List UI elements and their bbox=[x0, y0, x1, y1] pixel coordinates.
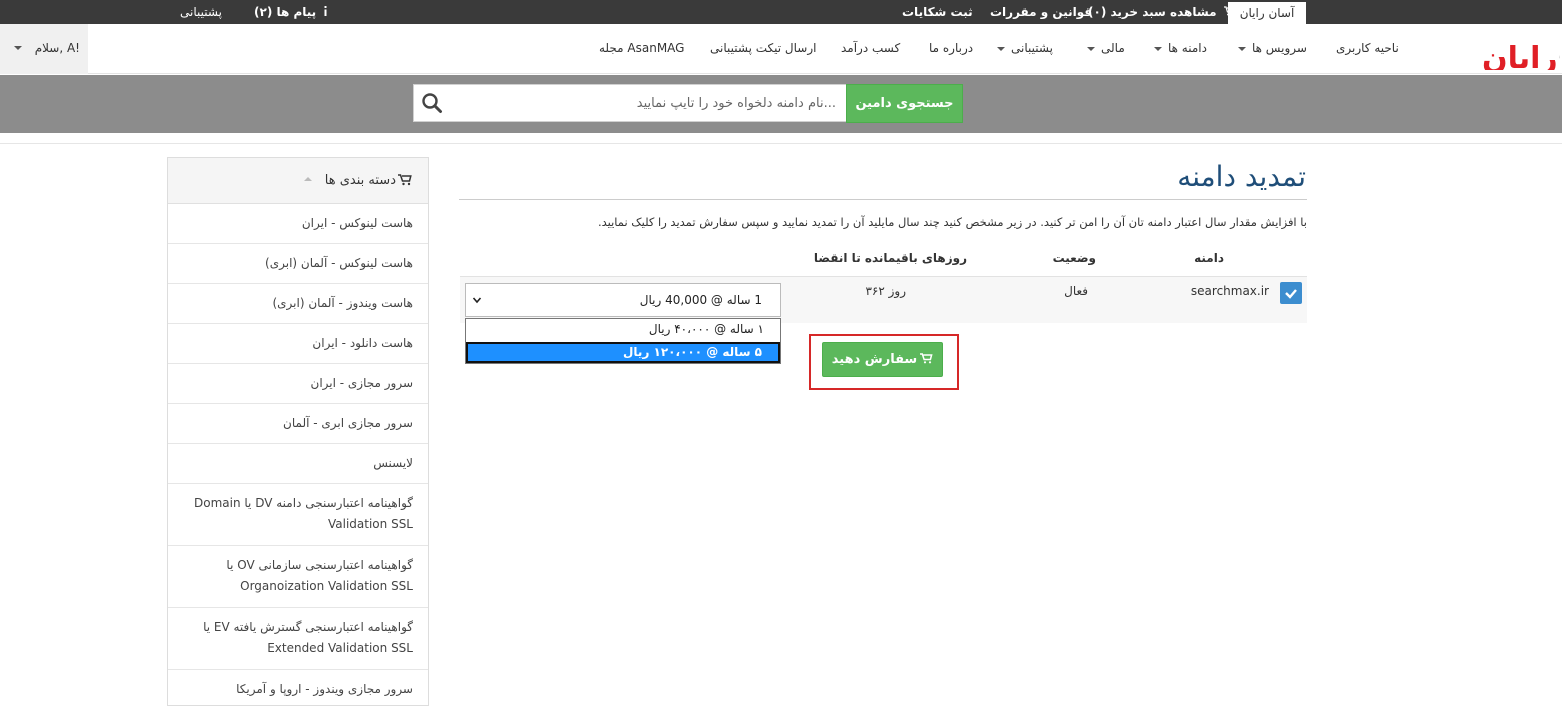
nav-support-label: پشتیبانی bbox=[1011, 41, 1053, 55]
period-option-highlighted[interactable]: ۵ ساله @ ۱۲۰،۰۰۰ ریال bbox=[466, 342, 780, 363]
sidebar-item[interactable]: لایسنس bbox=[168, 444, 428, 484]
chevron-up-icon bbox=[304, 177, 312, 181]
sidebar-header[interactable]: دسته بندی ها bbox=[168, 158, 428, 204]
brand-tab[interactable]: آسان رایان bbox=[1228, 2, 1306, 24]
support-link[interactable]: پشتیبانی bbox=[180, 0, 222, 24]
sidebar-item[interactable]: گواهینامه اعتبارسنجی گسترش یافته EV یا E… bbox=[168, 608, 428, 670]
info-icon bbox=[324, 6, 327, 16]
check-icon bbox=[1285, 289, 1297, 299]
search-icon[interactable] bbox=[421, 92, 443, 114]
sidebar-item[interactable]: گواهینامه اعتبارسنجی سازمانی OV یا Organ… bbox=[168, 546, 428, 608]
cart-icon bbox=[1223, 6, 1235, 16]
renewal-period-options: ۱ ساله @ ۴۰،۰۰۰ ریال ۵ ساله @ ۱۲۰،۰۰۰ ری… bbox=[465, 318, 781, 364]
title-divider bbox=[459, 199, 1307, 200]
chevron-down-icon bbox=[1087, 46, 1095, 51]
cart-icon bbox=[920, 353, 933, 364]
chevron-down-icon bbox=[1238, 46, 1246, 51]
row-status: فعال bbox=[1064, 284, 1088, 298]
sidebar-item[interactable]: هاست ویندوز - آلمان (ابری) bbox=[168, 284, 428, 324]
user-greeting: سلام, A! bbox=[34, 41, 80, 55]
sidebar-item[interactable]: سرور مجازی ویندوز - اروپا و آمریکا bbox=[168, 670, 428, 706]
sidebar-item[interactable]: گواهینامه اعتبارسنجی دامنه DV یا Domain … bbox=[168, 484, 428, 546]
renewal-period-select[interactable]: 1 ساله @ 40,000 ریال bbox=[465, 283, 781, 317]
view-cart-link[interactable]: مشاهده سبد خرید (۰) bbox=[1088, 0, 1235, 24]
domain-search-box bbox=[413, 84, 847, 122]
period-option[interactable]: ۱ ساله @ ۴۰،۰۰۰ ریال bbox=[466, 319, 780, 341]
domain-search-strip: جستجوی دامین bbox=[0, 75, 1562, 133]
domain-search-input[interactable] bbox=[450, 85, 846, 121]
sidebar-item[interactable]: سرور مجازی - ایران bbox=[168, 364, 428, 404]
sidebar-title: دسته بندی ها bbox=[324, 173, 396, 188]
nav-services-label: سرویس ها bbox=[1252, 41, 1307, 55]
nav-open-ticket[interactable]: ارسال تیکت پشتیبانی bbox=[710, 24, 816, 74]
logo[interactable]: آسان رایان bbox=[1410, 30, 1560, 70]
rules-link[interactable]: قوانین و مقررات bbox=[990, 0, 1092, 24]
sidebar-item[interactable]: سرور مجازی ابری - آلمان bbox=[168, 404, 428, 444]
page-title: تمدید دامنه bbox=[1177, 160, 1306, 193]
cart-icon bbox=[398, 174, 412, 186]
row-domain: searchmax.ir bbox=[1190, 284, 1269, 298]
divider bbox=[0, 143, 1562, 144]
row-days-left: ۳۶۲ روز bbox=[865, 284, 906, 298]
nav-support[interactable]: پشتیبانی bbox=[997, 24, 1053, 74]
nav-earn[interactable]: کسب درآمد bbox=[841, 24, 900, 74]
nav-services[interactable]: سرویس ها bbox=[1238, 24, 1307, 74]
domain-search-button[interactable]: جستجوی دامین bbox=[846, 84, 963, 123]
nav-billing-label: مالی bbox=[1101, 41, 1125, 55]
sidebar-item[interactable]: هاست لینوکس - ایران bbox=[168, 204, 428, 244]
complaints-link[interactable]: ثبت شکایات bbox=[902, 0, 973, 24]
domain-checkbox[interactable] bbox=[1280, 282, 1302, 304]
column-header-status: وضعیت bbox=[1052, 251, 1096, 265]
sidebar-item[interactable]: هاست لینوکس - آلمان (ابری) bbox=[168, 244, 428, 284]
categories-sidebar: دسته بندی ها هاست لینوکس - ایران هاست لی… bbox=[167, 157, 429, 706]
messages-label: پیام ها (۲) bbox=[254, 5, 317, 19]
messages-link[interactable]: پیام ها (۲) bbox=[254, 0, 328, 24]
nav-domains[interactable]: دامنه ها bbox=[1154, 24, 1207, 74]
column-header-days-left: روزهای باقیمانده تا انقضا bbox=[813, 251, 967, 265]
chevron-down-icon bbox=[472, 297, 482, 304]
svg-text:آسان: آسان bbox=[1558, 31, 1560, 68]
nav-magazine[interactable]: مجله AsanMAG bbox=[599, 24, 684, 74]
nav-billing[interactable]: مالی bbox=[1087, 24, 1125, 74]
order-button-label: سفارش دهید bbox=[831, 352, 918, 367]
user-menu[interactable]: سلام, A! bbox=[0, 24, 88, 74]
chevron-down-icon bbox=[997, 46, 1005, 51]
sidebar-item[interactable]: هاست دانلود - ایران bbox=[168, 324, 428, 364]
chevron-down-icon bbox=[14, 46, 22, 50]
page-description: با افزایش مقدار سال اعتبار دامنه تان آن … bbox=[597, 215, 1307, 229]
svg-text:رایان: رایان bbox=[1482, 41, 1558, 70]
main-navbar: آسان رایان ناحیه کاربری سرویس ها دامنه ه… bbox=[0, 24, 1562, 74]
nav-domains-label: دامنه ها bbox=[1168, 41, 1207, 55]
nav-about[interactable]: درباره ما bbox=[929, 24, 973, 74]
column-header-domain: دامنه bbox=[1194, 251, 1224, 265]
top-bar: آسان رایان مشاهده سبد خرید (۰) قوانین و … bbox=[0, 0, 1562, 24]
cart-link-label: مشاهده سبد خرید (۰) bbox=[1088, 5, 1217, 19]
selected-period: 1 ساله @ 40,000 ریال bbox=[639, 293, 762, 307]
nav-client-area[interactable]: ناحیه کاربری bbox=[1336, 24, 1399, 74]
chevron-down-icon bbox=[1154, 46, 1162, 51]
order-button[interactable]: سفارش دهید bbox=[822, 342, 943, 377]
